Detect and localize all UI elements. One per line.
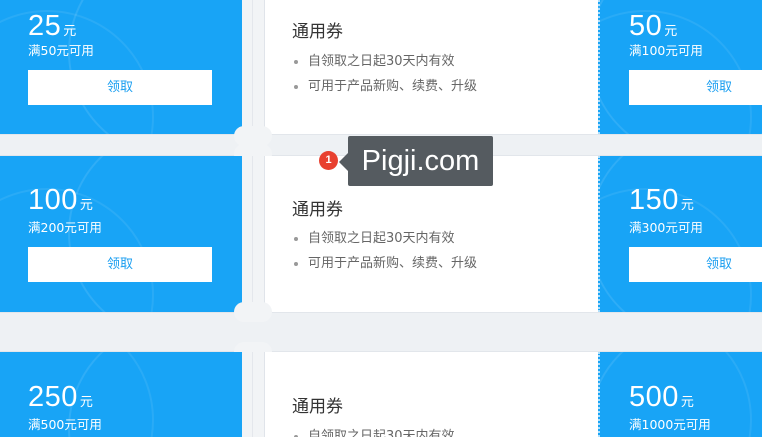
- amount-value: 150: [629, 184, 679, 216]
- card-rules: 自领取之日起30天内有效 可用于产品新购、续费、升级: [292, 49, 477, 99]
- card-rules: 自领取之日起30天内有效: [292, 424, 455, 437]
- coupon-amount: 25 元: [28, 12, 77, 41]
- amount-unit: 元: [680, 197, 695, 212]
- amount-value: 500: [629, 381, 679, 413]
- gutter: [242, 156, 264, 312]
- amount-unit: 元: [79, 394, 94, 409]
- gutter: [242, 352, 264, 437]
- claim-button[interactable]: 领取: [629, 70, 762, 105]
- amount-value: 50: [629, 10, 663, 42]
- coupon-condition: 满300元可用: [629, 220, 703, 235]
- dashed-edge: [598, 156, 600, 312]
- dashed-edge: [598, 0, 600, 134]
- coupon-amount: 250 元: [28, 383, 93, 412]
- rule-item: 可用于产品新购、续费、升级: [292, 74, 477, 99]
- amount-value: 100: [28, 184, 78, 216]
- divider: [252, 156, 253, 312]
- coupon-amount: 100 元: [28, 186, 93, 215]
- card-title: 通用券: [292, 397, 343, 417]
- rule-item: 自领取之日起30天内有效: [292, 424, 455, 437]
- coupon-detail-card: 通用券 自领取之日起30天内有效 可用于产品新购、续费、升级: [264, 0, 600, 134]
- divider: [252, 0, 253, 134]
- coupon-condition: 满500元可用: [28, 417, 102, 432]
- coupon-amount: 50 元: [629, 12, 678, 41]
- amount-unit: 元: [79, 197, 94, 212]
- amount-unit: 元: [63, 23, 77, 38]
- tooltip: Pigji.com: [348, 136, 493, 186]
- coupon-left: 25 元 满50元可用 领取: [0, 0, 242, 134]
- coupon-detail-card: 通用券 自领取之日起30天内有效: [264, 352, 600, 437]
- notification-badge-icon: 1: [319, 151, 338, 170]
- card-title: 通用券: [292, 22, 343, 42]
- tooltip-arrow: [339, 153, 348, 171]
- coupon-condition: 满1000元可用: [629, 417, 711, 432]
- row-separator: [0, 312, 762, 352]
- amount-unit: 元: [680, 394, 695, 409]
- claim-button[interactable]: 领取: [28, 70, 212, 105]
- card-rules: 自领取之日起30天内有效 可用于产品新购、续费、升级: [292, 226, 477, 276]
- card-title: 通用券: [292, 200, 343, 220]
- coupon-right: 500 元 满1000元可用: [598, 352, 762, 437]
- rule-item: 可用于产品新购、续费、升级: [292, 251, 477, 276]
- coupon-left: 100 元 满200元可用 领取: [0, 156, 242, 312]
- amount-value: 250: [28, 381, 78, 413]
- coupon-condition: 满200元可用: [28, 220, 102, 235]
- rule-item: 自领取之日起30天内有效: [292, 226, 477, 251]
- coupon-left: 250 元 满500元可用: [0, 352, 242, 437]
- ticket-notch: [234, 302, 272, 322]
- ticket-notch: [234, 126, 272, 146]
- gutter: [242, 0, 264, 134]
- amount-value: 25: [28, 10, 62, 42]
- coupon-condition: 满50元可用: [28, 43, 94, 58]
- divider: [252, 352, 253, 437]
- coupon-condition: 满100元可用: [629, 43, 703, 58]
- coupon-amount: 150 元: [629, 186, 694, 215]
- rule-item: 自领取之日起30天内有效: [292, 49, 477, 74]
- dashed-edge: [598, 352, 600, 437]
- claim-button[interactable]: 领取: [28, 247, 212, 282]
- coupon-row-1: 25 元 满50元可用 领取 通用券 自领取之日起30天内有效 可用于产品新购、续…: [0, 0, 762, 134]
- coupon-amount: 500 元: [629, 383, 694, 412]
- amount-unit: 元: [664, 23, 678, 38]
- coupon-row-3: 250 元 满500元可用 通用券 自领取之日起30天内有效 500 元 满1000…: [0, 352, 762, 437]
- coupon-right: 150 元 满300元可用 领取: [598, 156, 762, 312]
- coupon-right: 50 元 满100元可用 领取: [598, 0, 762, 134]
- claim-button[interactable]: 领取: [629, 247, 762, 282]
